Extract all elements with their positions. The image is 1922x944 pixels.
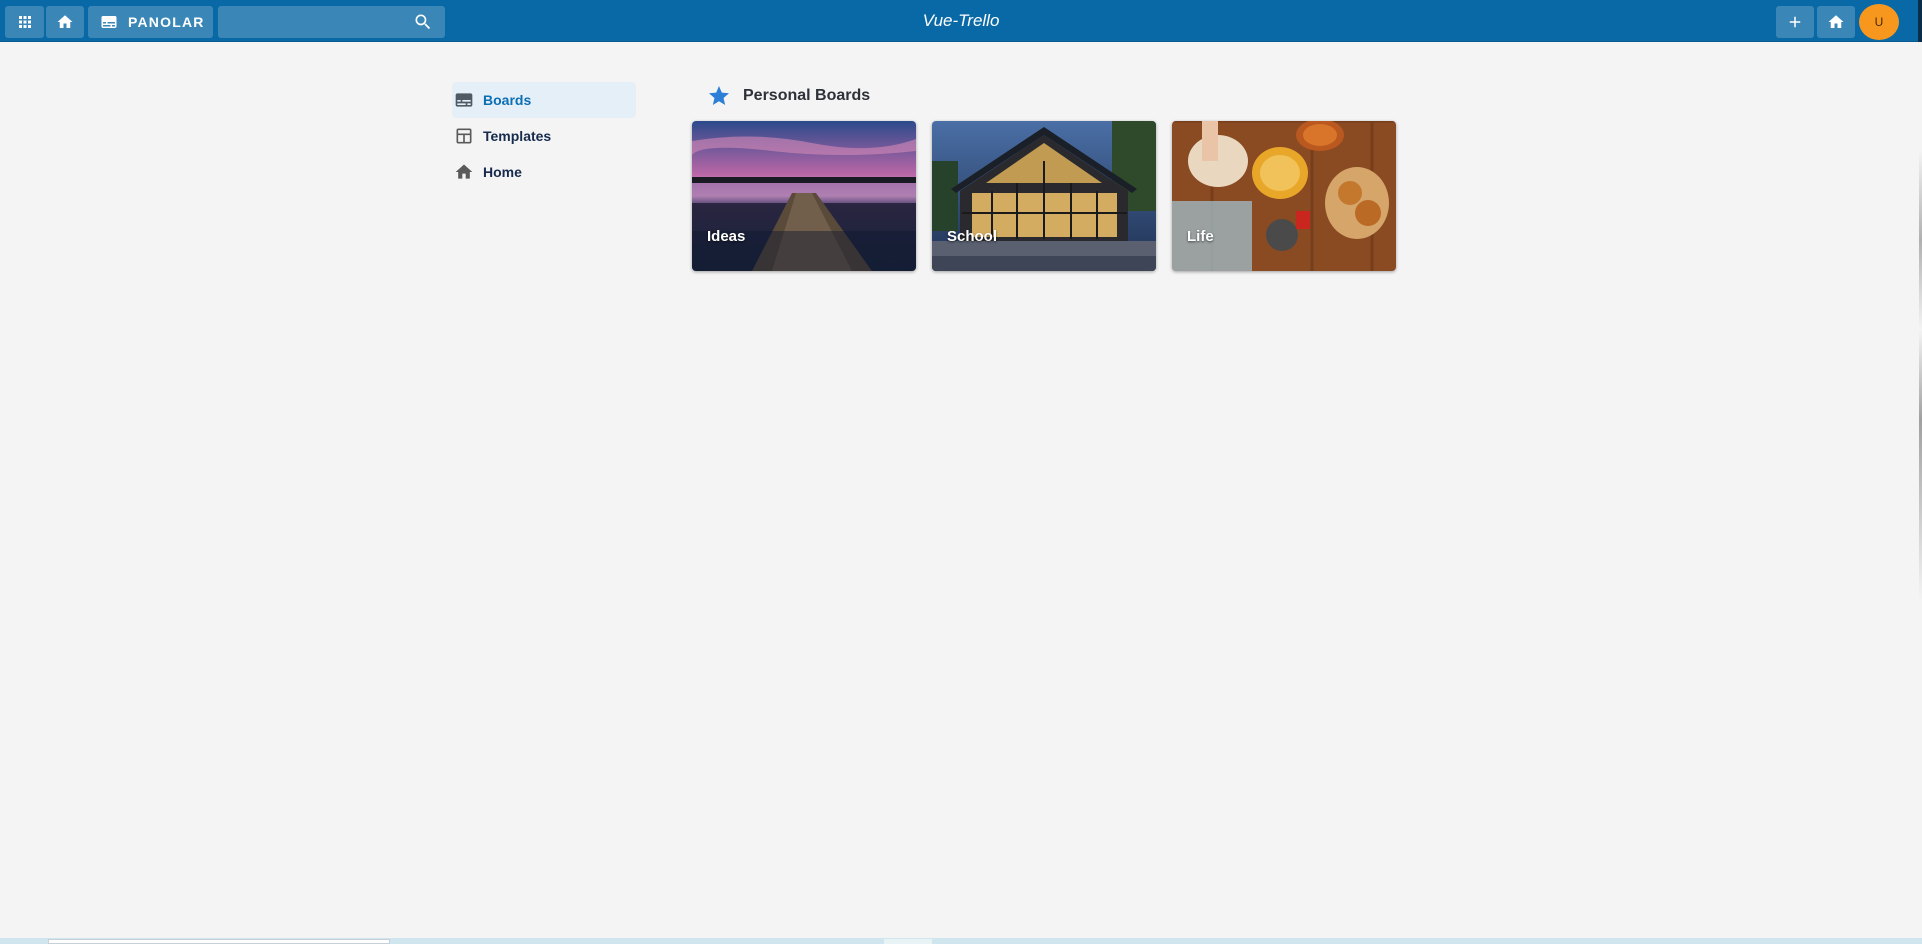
search-input[interactable] bbox=[218, 6, 408, 38]
boards-grid: Ideas School Life bbox=[692, 121, 1396, 271]
sidebar-item-label: Home bbox=[483, 164, 522, 180]
board-name: School bbox=[947, 228, 998, 245]
home-icon bbox=[1828, 15, 1844, 28]
board-background-image bbox=[1172, 121, 1396, 271]
board-tile-school[interactable]: School bbox=[932, 121, 1156, 271]
star-icon bbox=[709, 86, 729, 105]
board-tile-life[interactable]: Life bbox=[1172, 121, 1396, 271]
board-icon bbox=[101, 16, 117, 28]
home-icon bbox=[57, 15, 73, 28]
search-box[interactable] bbox=[218, 6, 445, 38]
template-icon bbox=[456, 128, 472, 144]
taskbar-window[interactable] bbox=[884, 939, 932, 944]
sidebar-item-label: Boards bbox=[483, 92, 532, 108]
board-icon bbox=[455, 93, 473, 107]
top-bar: PANOLAR Vue-Trello U bbox=[0, 0, 1922, 42]
home-button[interactable] bbox=[46, 6, 84, 38]
plus-icon bbox=[1789, 16, 1801, 28]
sidebar-item-templates[interactable]: Templates bbox=[452, 118, 636, 154]
add-button[interactable] bbox=[1776, 6, 1814, 38]
grid-icon bbox=[18, 16, 31, 28]
taskbar-window[interactable] bbox=[48, 939, 390, 944]
bottom-taskbar bbox=[0, 938, 1922, 944]
board-tile-ideas[interactable]: Ideas bbox=[692, 121, 916, 271]
section-title: Personal Boards bbox=[743, 87, 871, 104]
sidebar-item-boards[interactable]: Boards bbox=[452, 82, 636, 118]
sidebar: Boards Templates Home bbox=[452, 82, 636, 190]
boards-menu-button[interactable]: PANOLAR bbox=[88, 6, 213, 38]
boards-menu-label: PANOLAR bbox=[128, 14, 205, 30]
search-icon[interactable] bbox=[413, 12, 433, 32]
window-edge bbox=[1918, 0, 1922, 42]
home-button-right[interactable] bbox=[1817, 6, 1855, 38]
user-avatar[interactable]: U bbox=[1859, 4, 1899, 40]
sidebar-item-label: Templates bbox=[483, 128, 552, 144]
board-background-image bbox=[692, 121, 916, 271]
sidebar-item-home[interactable]: Home bbox=[452, 154, 636, 190]
board-background-image bbox=[932, 121, 1156, 271]
board-name: Ideas bbox=[707, 228, 746, 245]
section-header: Personal Boards bbox=[707, 84, 870, 108]
apps-grid-button[interactable] bbox=[5, 6, 44, 38]
board-name: Life bbox=[1187, 228, 1214, 245]
home-icon bbox=[455, 164, 473, 179]
